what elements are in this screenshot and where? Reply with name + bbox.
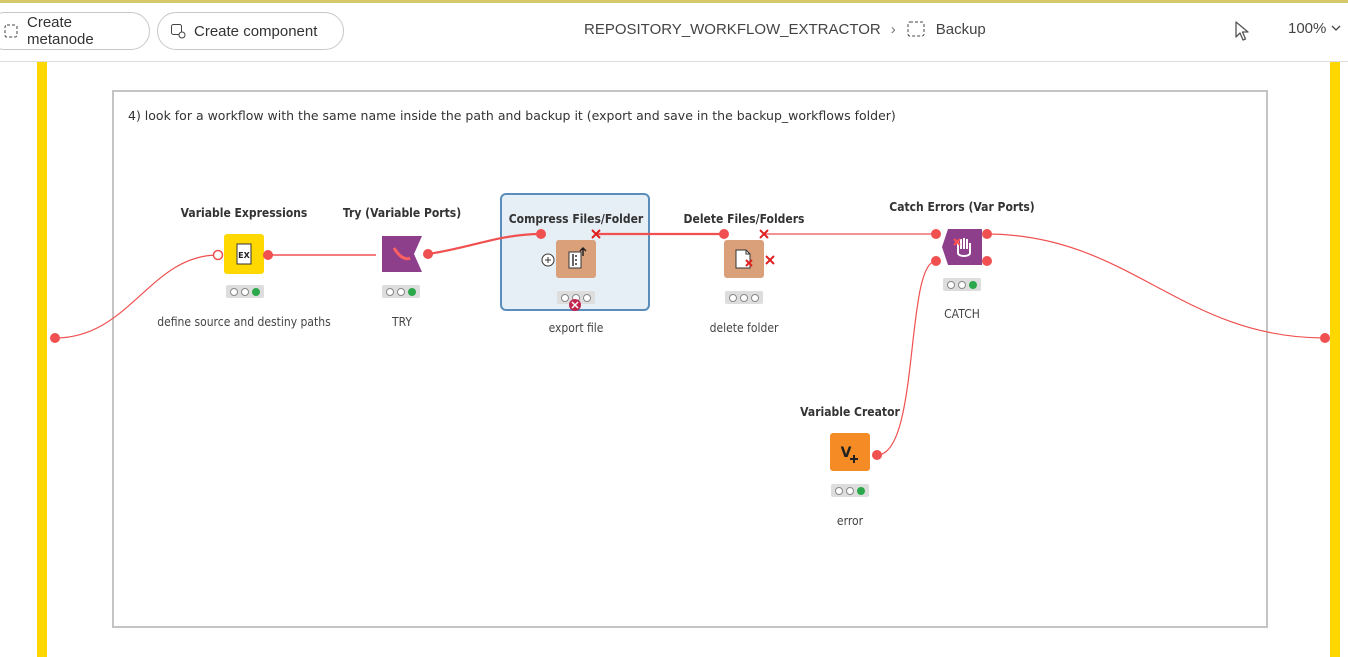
metanode-out-port [1320,333,1330,343]
node-status-compress [557,291,595,304]
variable-creator-icon: V [841,445,858,463]
node-label-delete[interactable]: delete folder [710,321,779,335]
node-variable-expressions[interactable]: EX [224,234,264,274]
node-compress[interactable] [556,240,596,278]
create-metanode-label: Create metanode [27,14,94,48]
connections [50,232,1330,456]
toolbar-accent [0,0,1348,3]
delete-file-icon [735,249,753,269]
connection-catch-to-out [985,233,1326,339]
breadcrumb-separator: › [890,20,896,38]
chevron-down-icon [1330,20,1342,37]
try-icon [382,236,422,272]
node-title-catch: Catch Errors (Var Ports) [889,200,1035,214]
connection-varcreator-to-catch [876,260,937,456]
breadcrumb-workflow[interactable]: REPOSITORY_WORKFLOW_EXTRACTOR [584,21,881,38]
node-status-variable-expressions [226,285,264,298]
create-component-label: Create component [194,22,318,40]
breadcrumb: REPOSITORY_WORKFLOW_EXTRACTOR › Backup [584,20,986,38]
node-status-try [382,285,420,298]
component-icon [170,23,186,39]
create-component-button[interactable]: Create component [157,12,344,50]
zoom-value: 100% [1288,20,1327,37]
selection-mode-pointer-icon[interactable] [1232,20,1252,42]
node-label-variable-creator[interactable]: error [837,514,863,528]
catch-icon [942,229,982,265]
toolbar: Create metanode Create component REPOSIT… [0,0,1348,62]
node-title-try: Try (Variable Ports) [342,206,462,220]
node-title-variable-expressions: Variable Expressions [180,206,308,220]
node-label-catch[interactable]: CATCH [944,307,980,321]
node-label-compress[interactable]: export file [549,321,604,335]
node-title-variable-creator: Variable Creator [800,405,900,419]
node-status-catch [943,278,981,291]
breadcrumb-current: Backup [935,20,986,38]
ex-icon: EX [236,243,252,265]
metanode-in-port [50,333,60,343]
breadcrumb-metanode-icon [906,20,926,38]
node-delete[interactable] [724,240,764,278]
node-title-delete: Delete Files/Folders [683,212,805,226]
workflow-canvas[interactable]: 4) look for a workflow with the same nam… [0,62,1348,657]
node-variable-creator[interactable]: V [830,433,870,471]
node-try[interactable] [380,234,422,272]
node-status-delete [725,291,763,304]
node-label-try[interactable]: TRY [392,315,412,329]
node-label-variable-expressions[interactable]: define source and destiny paths [157,315,330,329]
svg-text:V: V [841,445,852,461]
create-metanode-button[interactable]: Create metanode [0,12,150,50]
node-title-compress: Compress Files/Folder [508,212,644,226]
metanode-icon [3,23,19,39]
compress-icon [568,246,587,269]
node-catch[interactable] [940,227,982,265]
zoom-dropdown[interactable]: 100% [1288,20,1342,37]
svg-text:EX: EX [238,251,250,260]
node-status-variable-creator [831,484,869,497]
connection-try-to-compress [427,232,542,256]
